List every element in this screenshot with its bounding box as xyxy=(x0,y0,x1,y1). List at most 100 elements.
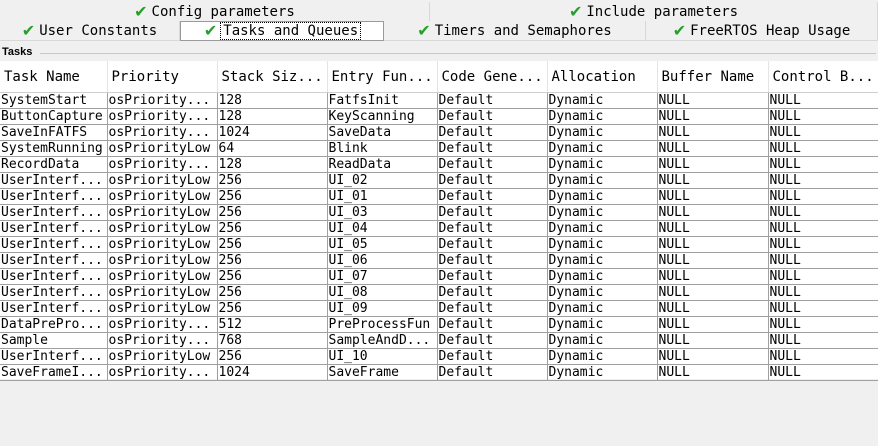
table-cell[interactable]: UI_09 xyxy=(327,300,438,317)
table-cell[interactable]: osPriority... xyxy=(107,108,218,125)
table-cell[interactable]: Default xyxy=(437,140,548,157)
table-cell[interactable]: NULL xyxy=(657,300,769,317)
table-cell[interactable]: UserInterf... xyxy=(0,188,108,205)
column-header[interactable]: Entry Fun... xyxy=(327,61,438,93)
table-cell[interactable]: 128 xyxy=(217,156,328,173)
column-header[interactable]: Stack Siz... xyxy=(217,61,328,93)
table-cell[interactable]: Dynamic xyxy=(547,108,658,125)
table-cell[interactable]: osPriorityLow xyxy=(107,220,218,237)
table-row[interactable]: UserInterf... osPriorityLow 256 UI_04 Defaul… xyxy=(0,220,878,237)
table-cell[interactable]: NULL xyxy=(768,316,878,333)
column-header[interactable]: Code Gene... xyxy=(437,61,548,93)
table-cell[interactable]: UserInterf... xyxy=(0,268,108,285)
table-row[interactable]: UserInterf... osPriorityLow 256 UI_06 Defaul… xyxy=(0,252,878,269)
table-row[interactable]: UserInterf... osPriorityLow 256 UI_09 Defaul… xyxy=(0,300,878,317)
table-cell[interactable]: NULL xyxy=(768,300,878,317)
column-header[interactable]: Control B... xyxy=(768,61,878,93)
tab-tasks-and-queues[interactable]: ✔ Tasks and Queues xyxy=(180,21,384,41)
table-cell[interactable]: NULL xyxy=(657,364,769,381)
table-cell[interactable]: ButtonCapture xyxy=(0,108,108,125)
table-cell[interactable]: NULL xyxy=(768,124,878,141)
table-cell[interactable]: NULL xyxy=(657,268,769,285)
table-cell[interactable]: NULL xyxy=(657,172,769,189)
table-cell[interactable]: NULL xyxy=(657,284,769,301)
table-cell[interactable]: NULL xyxy=(768,108,878,125)
table-cell[interactable]: 256 xyxy=(217,204,328,221)
table-cell[interactable]: Default xyxy=(437,348,548,365)
table-cell[interactable]: Default xyxy=(437,172,548,189)
table-cell[interactable]: osPriorityLow xyxy=(107,348,218,365)
table-cell[interactable]: UI_03 xyxy=(327,204,438,221)
table-cell[interactable]: NULL xyxy=(657,188,769,205)
tab-timers-and-semaphores[interactable]: ✔ Timers and Semaphores xyxy=(384,21,646,41)
table-cell[interactable]: 256 xyxy=(217,348,328,365)
table-cell[interactable]: NULL xyxy=(657,332,769,349)
table-cell[interactable]: osPriorityLow xyxy=(107,204,218,221)
table-cell[interactable]: SystemRunning xyxy=(0,140,108,157)
table-cell[interactable]: Dynamic xyxy=(547,300,658,317)
table-cell[interactable]: NULL xyxy=(657,140,769,157)
table-cell[interactable]: NULL xyxy=(768,140,878,157)
table-cell[interactable]: 768 xyxy=(217,332,328,349)
tab-user-constants[interactable]: ✔ User Constants xyxy=(0,21,180,41)
table-cell[interactable]: Dynamic xyxy=(547,252,658,269)
table-cell[interactable]: NULL xyxy=(768,284,878,301)
table-cell[interactable]: 1024 xyxy=(217,364,328,381)
table-cell[interactable]: NULL xyxy=(768,204,878,221)
table-cell[interactable]: NULL xyxy=(657,204,769,221)
table-cell[interactable]: UserInterf... xyxy=(0,204,108,221)
table-cell[interactable]: Dynamic xyxy=(547,156,658,173)
table-cell[interactable]: Dynamic xyxy=(547,348,658,365)
table-cell[interactable]: NULL xyxy=(768,172,878,189)
table-cell[interactable]: osPriority... xyxy=(107,332,218,349)
table-cell[interactable]: SampleAndD... xyxy=(327,332,438,349)
table-cell[interactable]: osPriorityLow xyxy=(107,188,218,205)
table-cell[interactable]: UserInterf... xyxy=(0,284,108,301)
table-cell[interactable]: osPriorityLow xyxy=(107,172,218,189)
table-cell[interactable]: RecordData xyxy=(0,156,108,173)
table-cell[interactable]: Dynamic xyxy=(547,172,658,189)
table-row[interactable]: SystemStart osPriority... 128 FatfsInit Defa… xyxy=(0,92,878,109)
table-cell[interactable]: 128 xyxy=(217,92,328,109)
table-cell[interactable]: PreProcessFun xyxy=(327,316,438,333)
table-cell[interactable]: osPriorityLow xyxy=(107,236,218,253)
table-cell[interactable]: Dynamic xyxy=(547,124,658,141)
table-cell[interactable]: Default xyxy=(437,252,548,269)
tab-config-parameters[interactable]: ✔ Config parameters xyxy=(0,2,430,22)
table-cell[interactable]: UI_08 xyxy=(327,284,438,301)
table-cell[interactable]: osPriorityLow xyxy=(107,284,218,301)
table-row[interactable]: ButtonCapture osPriority... 128 KeyScanning… xyxy=(0,108,878,125)
table-row[interactable]: SaveFrameI... osPriority... 1024 SaveFrame D… xyxy=(0,364,878,381)
table-cell[interactable]: osPriority... xyxy=(107,92,218,109)
column-header[interactable]: Priority xyxy=(107,61,218,93)
table-cell[interactable]: SaveFrameI... xyxy=(0,364,108,381)
tab-include-parameters[interactable]: ✔ Include parameters xyxy=(430,2,878,22)
table-cell[interactable]: Dynamic xyxy=(547,236,658,253)
table-cell[interactable]: UI_10 xyxy=(327,348,438,365)
table-cell[interactable]: NULL xyxy=(768,348,878,365)
table-cell[interactable]: NULL xyxy=(768,92,878,109)
table-cell[interactable]: Default xyxy=(437,220,548,237)
table-cell[interactable]: Default xyxy=(437,268,548,285)
table-cell[interactable]: NULL xyxy=(657,220,769,237)
table-cell[interactable]: UI_02 xyxy=(327,172,438,189)
table-row[interactable]: UserInterf... osPriorityLow 256 UI_03 Defaul… xyxy=(0,204,878,221)
table-cell[interactable]: osPriorityLow xyxy=(107,268,218,285)
table-cell[interactable]: Default xyxy=(437,284,548,301)
table-cell[interactable]: FatfsInit xyxy=(327,92,438,109)
table-cell[interactable]: osPriority... xyxy=(107,316,218,333)
table-cell[interactable]: Default xyxy=(437,108,548,125)
table-cell[interactable]: 256 xyxy=(217,284,328,301)
table-cell[interactable]: osPriority... xyxy=(107,124,218,141)
table-cell[interactable]: 256 xyxy=(217,220,328,237)
table-cell[interactable]: UI_06 xyxy=(327,252,438,269)
table-cell[interactable]: NULL xyxy=(768,188,878,205)
table-cell[interactable]: NULL xyxy=(657,108,769,125)
table-row[interactable]: UserInterf... osPriorityLow 256 UI_05 Defaul… xyxy=(0,236,878,253)
column-header[interactable]: Task Name xyxy=(0,61,108,93)
table-cell[interactable]: 1024 xyxy=(217,124,328,141)
table-cell[interactable]: UI_05 xyxy=(327,236,438,253)
table-cell[interactable]: 256 xyxy=(217,188,328,205)
table-cell[interactable]: NULL xyxy=(768,236,878,253)
tasks-table[interactable]: Task Name Priority Stack Siz... Entry Fu… xyxy=(0,61,878,381)
